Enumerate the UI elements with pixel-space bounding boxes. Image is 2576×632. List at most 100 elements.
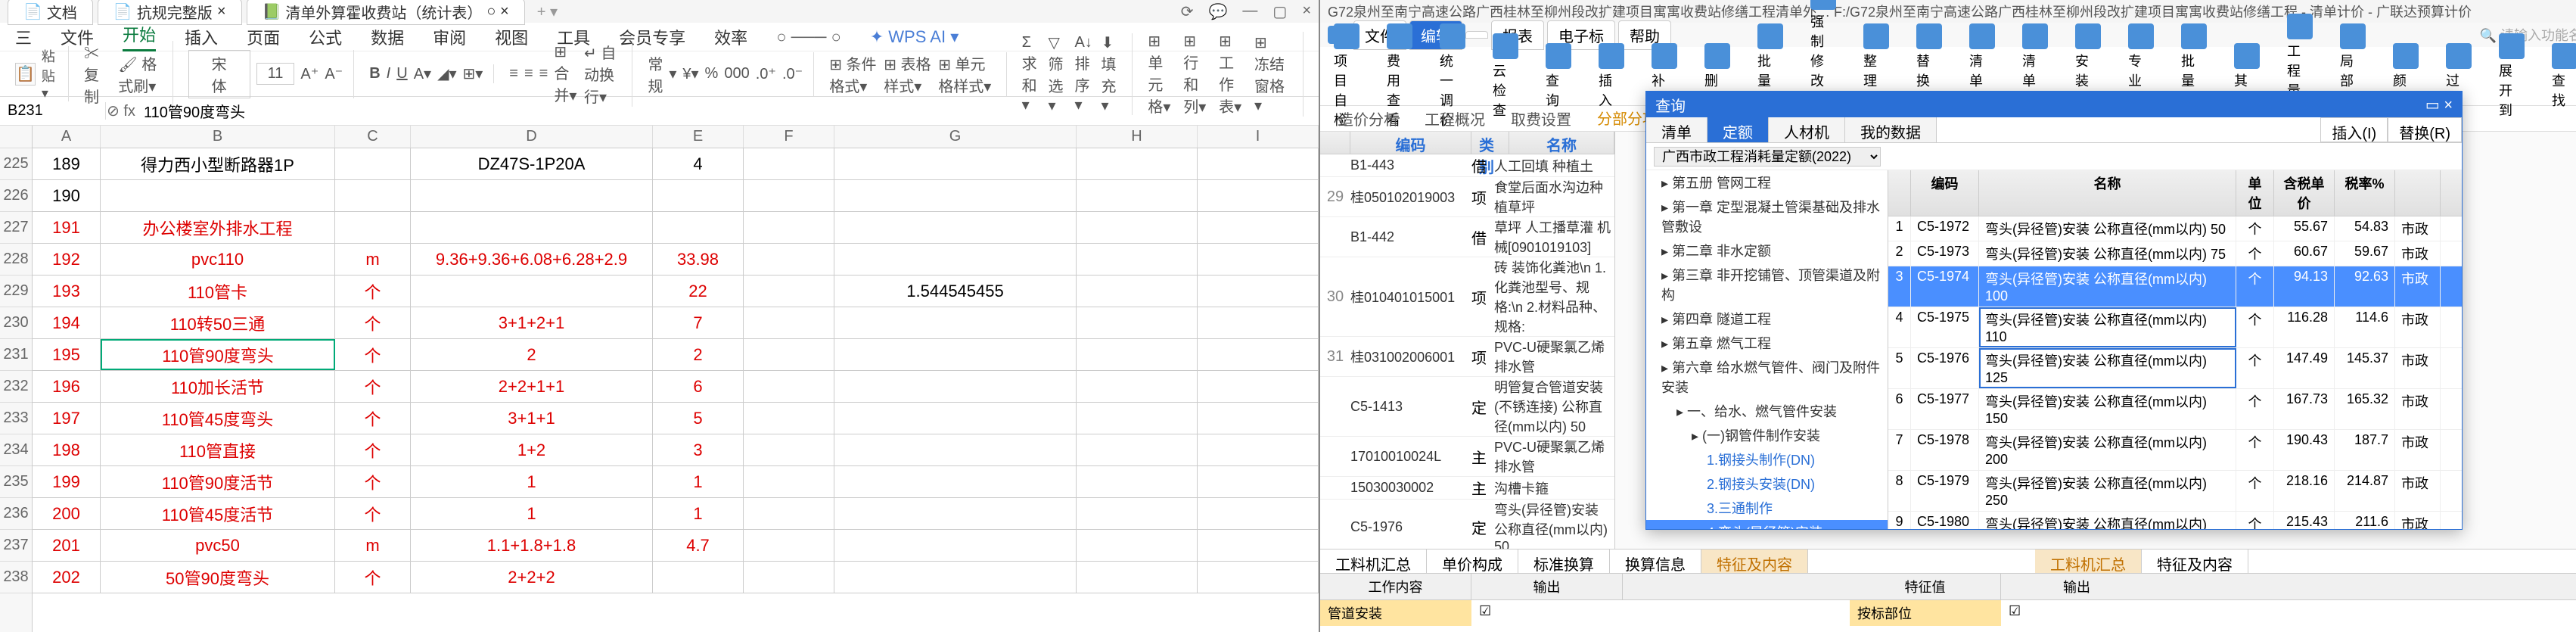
cell[interactable]: 3 xyxy=(653,434,744,465)
item-row[interactable]: C5-1413定明管复合管道安装(不锈连接) 公称直径(mm以内) 50 xyxy=(1320,377,1614,437)
row-header[interactable]: 235 xyxy=(0,466,32,498)
percent-icon[interactable]: % xyxy=(705,65,719,83)
ribbon-button[interactable]: 查询 xyxy=(1540,42,1577,111)
table-row[interactable]: 7C5-1978弯头(异径管)安装 公称直径(mm以内) 200个190.431… xyxy=(1888,430,2462,471)
grid-row[interactable]: 196110加长活节个2+2+1+16 xyxy=(33,371,1319,403)
grid-row[interactable]: 201pvc50m1.1+1.8+1.84.7 xyxy=(33,530,1319,562)
btm2-tab-1[interactable]: 特征及内容 xyxy=(2142,549,2248,573)
menu-efficiency[interactable]: 效率 xyxy=(714,25,747,49)
cell[interactable] xyxy=(744,403,834,434)
menu-formula[interactable]: 公式 xyxy=(309,25,342,49)
tree-item[interactable]: ▸ 第四章 隧道工程 xyxy=(1646,307,1888,331)
menu-review[interactable]: 审阅 xyxy=(433,25,466,49)
cell[interactable]: 201 xyxy=(33,530,101,561)
cell[interactable] xyxy=(834,403,1077,434)
cell[interactable] xyxy=(834,434,1077,465)
grid-row[interactable]: 198110管直接个1+23 xyxy=(33,434,1319,466)
tree-item[interactable]: ▸ 第一章 定型混凝土管渠基础及排水管敷设 xyxy=(1646,195,1888,238)
cell[interactable] xyxy=(1198,434,1319,465)
cell[interactable] xyxy=(834,180,1077,211)
cell[interactable]: 110管90度活节 xyxy=(101,466,335,497)
cell[interactable] xyxy=(1077,307,1198,338)
minimize-icon[interactable]: — xyxy=(1242,2,1257,21)
row-header[interactable]: 229 xyxy=(0,276,32,307)
cell[interactable] xyxy=(834,371,1077,402)
cell[interactable]: 4 xyxy=(653,148,744,179)
table-row[interactable]: 2C5-1973弯头(异径管)安装 公称直径(mm以内) 75个60.6759.… xyxy=(1888,241,2462,266)
item-row[interactable]: 29桂050102019003项食堂后面水沟边种植草坪 xyxy=(1320,177,1614,217)
cell[interactable] xyxy=(834,244,1077,275)
cell[interactable] xyxy=(1198,466,1319,497)
align-left-icon[interactable]: ≡ xyxy=(509,65,518,83)
cell[interactable]: 110转50三通 xyxy=(101,307,335,338)
font-name-select[interactable]: 宋体 xyxy=(188,50,250,98)
cell[interactable] xyxy=(744,530,834,561)
replace-button[interactable]: 替换(R) xyxy=(2388,117,2462,142)
cell[interactable]: 193 xyxy=(33,276,101,307)
dlg-tab-list[interactable]: 清单 xyxy=(1646,117,1707,142)
btm-tab-0[interactable]: 工料机汇总 xyxy=(1320,549,1427,573)
grid-row[interactable]: 189得力西小型断路器1PDZ47S-1P20A4 xyxy=(33,148,1319,180)
cell[interactable] xyxy=(834,498,1077,529)
row-header[interactable]: 236 xyxy=(0,498,32,530)
item-row[interactable]: 15030030002主沟槽卡箍 xyxy=(1320,477,1614,500)
col-header-e[interactable]: E xyxy=(653,126,744,148)
row-header[interactable]: 233 xyxy=(0,403,32,434)
cell[interactable] xyxy=(1077,276,1198,307)
cell[interactable]: 2+2+1+1 xyxy=(411,371,653,402)
cell[interactable] xyxy=(834,148,1077,179)
dialog-close-icon[interactable]: × xyxy=(2444,97,2453,114)
sec-tab-1[interactable]: 工程概况 xyxy=(1414,104,1496,132)
cell[interactable]: 195 xyxy=(33,339,101,370)
cell[interactable]: 1 xyxy=(653,466,744,497)
cell[interactable] xyxy=(744,276,834,307)
dlg-tab-quota[interactable]: 定额 xyxy=(1707,117,1769,142)
cell[interactable] xyxy=(1077,339,1198,370)
cell[interactable]: 4.7 xyxy=(653,530,744,561)
cell[interactable]: 2+2+2 xyxy=(411,562,653,593)
tree-item[interactable]: ▸ 第五册 管网工程 xyxy=(1646,170,1888,195)
cell[interactable]: 1 xyxy=(411,466,653,497)
row-header[interactable]: 237 xyxy=(0,530,32,562)
cell[interactable] xyxy=(1198,403,1319,434)
grid-row[interactable]: 193110管卡个221.544545455 xyxy=(33,276,1319,307)
cell[interactable] xyxy=(1198,371,1319,402)
col-header-d[interactable]: D xyxy=(411,126,653,148)
fx-icon[interactable]: ⊘ fx xyxy=(106,101,136,120)
cell[interactable]: 得力西小型断路器1P xyxy=(101,148,335,179)
cell[interactable]: 6 xyxy=(653,371,744,402)
font-increase-icon[interactable]: A⁺ xyxy=(300,64,319,83)
cell[interactable]: 110管90度弯头 xyxy=(101,339,335,370)
cell[interactable]: 200 xyxy=(33,498,101,529)
cell[interactable] xyxy=(744,148,834,179)
cell[interactable]: 个 xyxy=(335,371,411,402)
col-header-i[interactable]: I xyxy=(1198,126,1319,148)
cell[interactable] xyxy=(335,148,411,179)
grid-row[interactable]: 191办公楼室外排水工程 xyxy=(33,212,1319,244)
insert-button[interactable]: 插入(I) xyxy=(2320,117,2388,142)
cell[interactable]: 196 xyxy=(33,371,101,402)
cell[interactable]: pvc50 xyxy=(101,530,335,561)
cell[interactable]: 个 xyxy=(335,562,411,593)
tree-item[interactable]: ▸ 第三章 非开挖铺管、顶管渠道及附构 xyxy=(1646,263,1888,307)
row-header[interactable]: 228 xyxy=(0,244,32,276)
cell[interactable]: 110管45度弯头 xyxy=(101,403,335,434)
tree-item[interactable]: 4.弯头(异径管)安装 xyxy=(1646,520,1888,529)
row-header[interactable]: 232 xyxy=(0,371,32,403)
cell[interactable] xyxy=(1198,307,1319,338)
tree-item[interactable]: ▸ 第六章 给水燃气管件、阀门及附件安装 xyxy=(1646,355,1888,399)
cell[interactable] xyxy=(335,212,411,243)
item-row[interactable]: 31桂031002006001项PVC-U硬聚氯乙烯排水管 xyxy=(1320,337,1614,377)
grid-row[interactable]: 197110管45度弯头个3+1+15 xyxy=(33,403,1319,434)
quota-db-select[interactable]: 广西市政工程消耗量定额(2022) xyxy=(1654,147,1881,167)
cell[interactable]: 110管45度活节 xyxy=(101,498,335,529)
cell[interactable]: pvc110 xyxy=(101,244,335,275)
cell[interactable] xyxy=(1077,562,1198,593)
cell[interactable]: 1.1+1.8+1.8 xyxy=(411,530,653,561)
cloud-sync-icon[interactable]: ⟳ xyxy=(1181,2,1194,21)
dlg-tab-mydata[interactable]: 我的数据 xyxy=(1845,117,1937,142)
item-row[interactable]: B1-442借草坪 人工播草灌 机械[0901019103] xyxy=(1320,217,1614,257)
row-header[interactable]: 230 xyxy=(0,307,32,339)
cell[interactable] xyxy=(744,466,834,497)
align-center-icon[interactable]: ≡ xyxy=(524,65,533,83)
